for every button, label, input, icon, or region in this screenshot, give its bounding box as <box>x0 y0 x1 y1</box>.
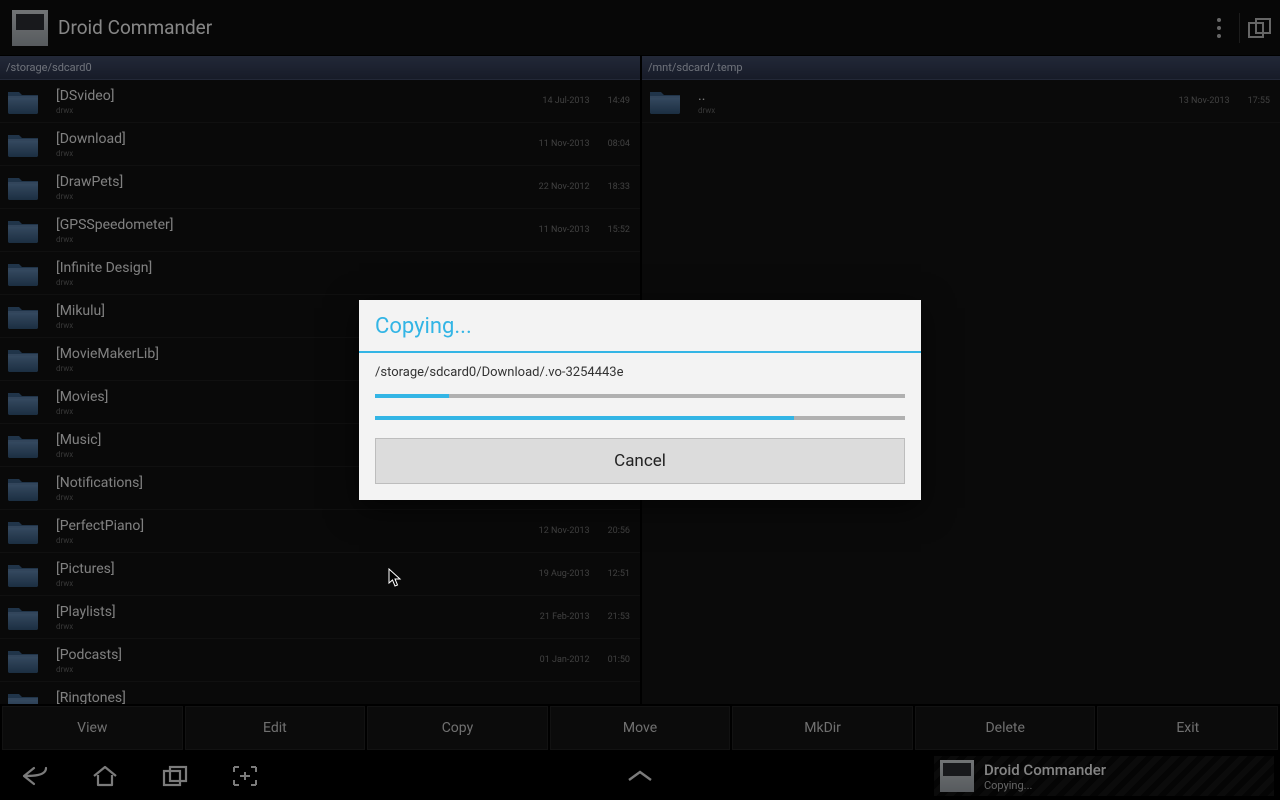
dialog-file-path: /storage/sdcard0/Download/.vo-3254443e <box>375 365 905 380</box>
dialog-title: Copying... <box>359 300 921 351</box>
progress-file <box>375 394 905 398</box>
cancel-button[interactable]: Cancel <box>375 438 905 484</box>
progress-total <box>375 416 905 420</box>
copying-dialog: Copying... /storage/sdcard0/Download/.vo… <box>359 300 921 500</box>
